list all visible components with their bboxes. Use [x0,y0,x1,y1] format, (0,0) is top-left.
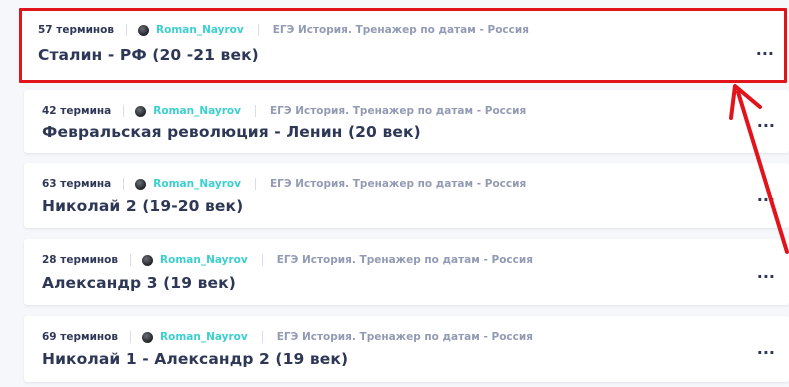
folder-link[interactable]: ЕГЭ История. Тренажер по датам - Россия [273,23,529,37]
term-count: 42 термина [42,105,112,117]
set-meta: 69 терминов Roman_Nayrov ЕГЭ История. Тр… [42,330,533,344]
term-count: 63 термина [42,178,112,190]
divider [130,331,132,343]
author-avatar[interactable] [142,331,154,343]
more-options-button[interactable]: ... [757,341,775,357]
set-title[interactable]: Февральская революция - Ленин (20 век) [42,122,421,142]
set-meta: 63 термина Roman_Nayrov ЕГЭ История. Тре… [42,177,526,191]
divider [261,331,263,343]
study-sets-list: 57 терминов Roman_Nayrov ЕГЭ История. Тр… [0,0,789,387]
divider [130,254,132,266]
term-count: 57 терминов [38,24,115,36]
study-set-card[interactable]: 42 термина Roman_Nayrov ЕГЭ История. Тре… [24,90,789,153]
set-meta: 42 термина Roman_Nayrov ЕГЭ История. Тре… [42,104,526,118]
set-title[interactable]: Александр 3 (19 век) [42,273,236,293]
folder-link[interactable]: ЕГЭ История. Тренажер по датам - Россия [277,330,533,344]
author-link[interactable]: Roman_Nayrov [153,104,241,118]
author-link[interactable]: Roman_Nayrov [153,177,241,191]
author-link[interactable]: Roman_Nayrov [156,23,244,37]
divider [257,24,259,36]
author-avatar[interactable] [135,178,147,190]
folder-link[interactable]: ЕГЭ История. Тренажер по датам - Россия [270,104,526,118]
study-set-card[interactable]: 28 терминов Roman_Nayrov ЕГЭ История. Тр… [24,239,789,305]
more-options-button[interactable]: ... [757,114,775,130]
more-options-button[interactable]: ... [756,42,774,58]
divider [123,105,125,117]
author-link[interactable]: Roman_Nayrov [160,253,248,267]
set-title[interactable]: Николай 2 (19-20 век) [42,196,243,216]
set-title[interactable]: Николай 1 - Александр 2 (19 век) [42,349,348,369]
study-set-card[interactable]: 69 терминов Roman_Nayrov ЕГЭ История. Тр… [24,316,789,382]
author-avatar[interactable] [135,105,147,117]
term-count: 28 терминов [42,254,119,266]
author-avatar[interactable] [142,254,154,266]
set-meta: 57 терминов Roman_Nayrov ЕГЭ История. Тр… [38,23,529,37]
set-meta: 28 терминов Roman_Nayrov ЕГЭ История. Тр… [42,253,533,267]
divider [123,178,125,190]
divider [261,254,263,266]
folder-link[interactable]: ЕГЭ История. Тренажер по датам - Россия [270,177,526,191]
author-link[interactable]: Roman_Nayrov [160,330,248,344]
more-options-button[interactable]: ... [757,265,775,281]
divider [126,24,128,36]
set-title[interactable]: Сталин - РФ (20 -21 век) [38,45,259,65]
study-set-card[interactable]: 57 терминов Roman_Nayrov ЕГЭ История. Тр… [19,8,787,83]
folder-link[interactable]: ЕГЭ История. Тренажер по датам - Россия [277,253,533,267]
author-avatar[interactable] [138,24,150,36]
term-count: 69 терминов [42,331,119,343]
divider [254,105,256,117]
divider [254,178,256,190]
more-options-button[interactable]: ... [757,188,775,204]
study-set-card[interactable]: 63 термина Roman_Nayrov ЕГЭ История. Тре… [24,163,789,228]
